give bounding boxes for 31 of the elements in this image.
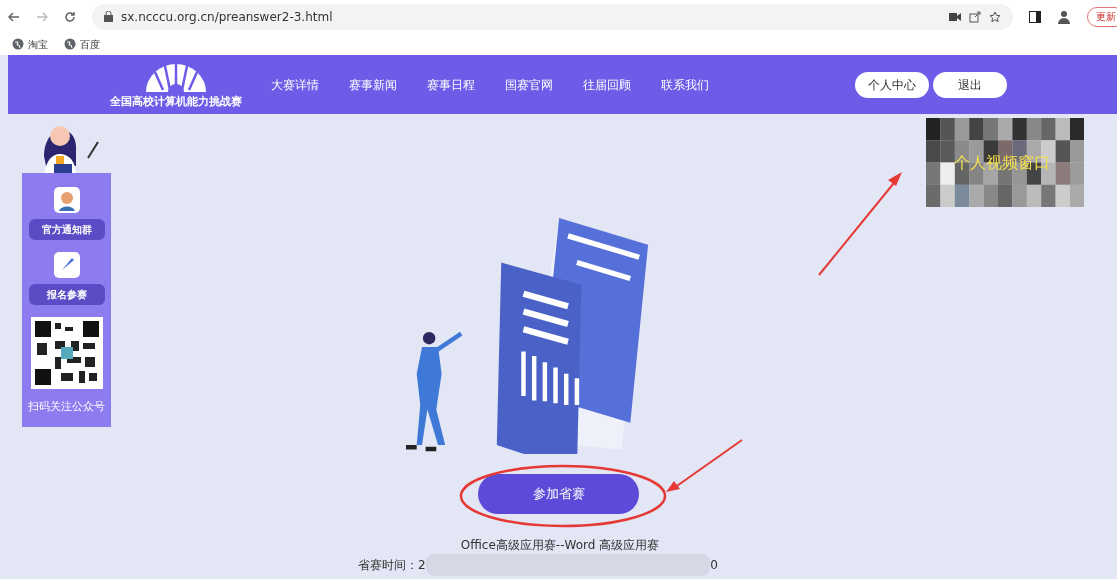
support-icon xyxy=(53,187,80,213)
nav-link[interactable]: 大赛详情 xyxy=(271,75,319,94)
lock-icon xyxy=(104,11,113,22)
header-button[interactable]: 退出 xyxy=(933,71,1007,98)
profile-icon[interactable] xyxy=(1057,9,1071,24)
sidebar-button[interactable]: 报名参赛 xyxy=(28,284,105,305)
globe-icon xyxy=(64,38,76,50)
header-button[interactable]: 个人中心 xyxy=(855,71,929,98)
join-contest-button[interactable]: 参加省赛 xyxy=(478,474,639,514)
time-label: 省赛时间：2 xyxy=(358,557,426,574)
nav-link[interactable]: 赛事日程 xyxy=(427,75,475,94)
bookmark-link[interactable]: 百度 xyxy=(80,36,100,52)
nav-link[interactable]: 国赛官网 xyxy=(505,75,553,94)
logo-caption: 全国高校计算机能力挑战赛 xyxy=(109,94,242,111)
globe-icon xyxy=(12,38,24,50)
contest-name: Office高级应用赛--Word 高级应用赛 xyxy=(460,537,660,554)
nav-link[interactable]: 联系我们 xyxy=(661,75,709,94)
qr-caption: 扫码关注公众号 xyxy=(28,399,105,415)
star-icon[interactable] xyxy=(989,10,1001,23)
reload-icon[interactable] xyxy=(64,10,76,23)
share-icon[interactable] xyxy=(969,10,981,23)
bookmark-link[interactable]: 淘宝 xyxy=(28,36,48,52)
camera-icon[interactable] xyxy=(949,11,961,22)
time-text: 0 xyxy=(710,557,718,574)
address-bar[interactable]: sx.ncccu.org.cn/preanswer2-3.html xyxy=(92,3,1013,30)
sidebar-button[interactable]: 官方通知群 xyxy=(28,219,105,240)
side-panel-icon[interactable] xyxy=(1029,10,1041,23)
url-text: sx.ncccu.org.cn/preanswer2-3.html xyxy=(121,8,333,26)
back-icon[interactable] xyxy=(8,11,20,22)
nav-link[interactable]: 往届回顾 xyxy=(583,75,631,94)
nav-link[interactable]: 赛事新闻 xyxy=(349,75,397,94)
